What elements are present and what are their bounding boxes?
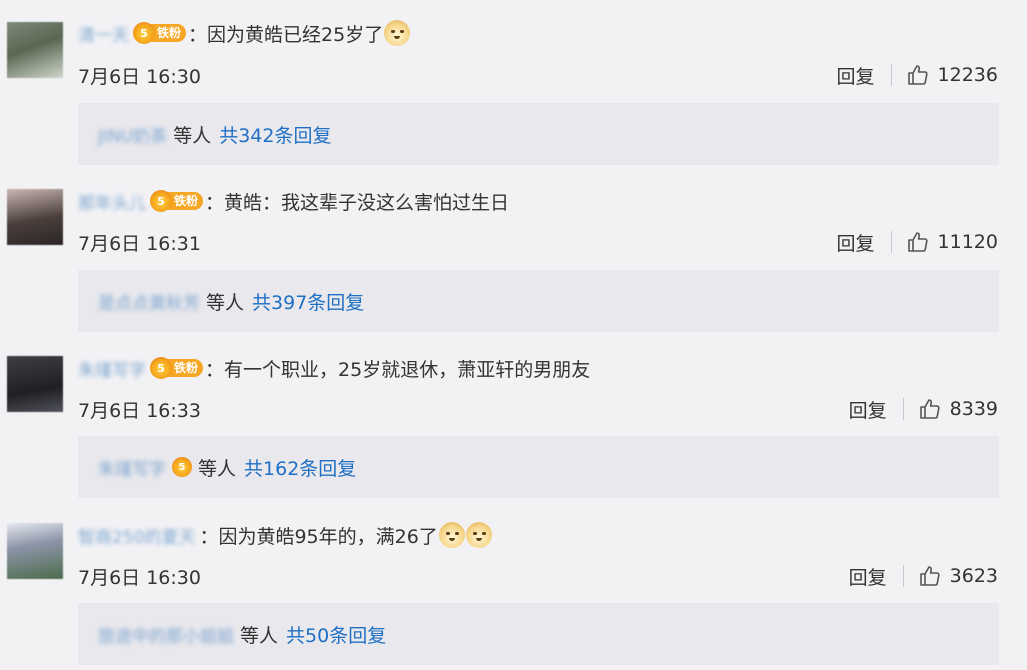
reply-username[interactable]: 旅途中的那小姐姐 xyxy=(98,622,234,647)
reply-deng: 等人 xyxy=(173,124,212,147)
reply-total-link[interactable]: 共397条回复 xyxy=(252,288,364,315)
reply-button[interactable]: 回复 xyxy=(849,396,887,423)
comment-time: 7月6日 16:33 xyxy=(78,400,201,422)
comment-actions: 回复 8339 xyxy=(849,396,998,422)
reply-button[interactable]: 回复 xyxy=(837,62,875,89)
reply-deng: 等人 xyxy=(240,624,279,647)
doge-icon xyxy=(438,522,465,548)
comment-text: ：因为黄皓已经25岁了 xyxy=(188,23,384,46)
like-count: 3623 xyxy=(949,565,998,587)
crown-icon: 5 xyxy=(133,22,155,44)
comment-time: 7月6日 16:30 xyxy=(78,66,201,88)
comment-header: 智商250的夏天 ：因为黄皓95年的，满26了 xyxy=(78,522,492,548)
comment-time: 7月6日 16:31 xyxy=(78,233,201,255)
fan-badge[interactable]: 5 铁粉 xyxy=(150,357,204,379)
avatar[interactable] xyxy=(7,523,63,579)
comment-text: ：因为黄皓95年的，满26了 xyxy=(199,525,438,548)
comment-actions: 回复 3623 xyxy=(849,563,998,589)
avatar[interactable] xyxy=(7,189,63,245)
divider xyxy=(890,64,892,86)
thumbs-up-icon[interactable] xyxy=(906,63,930,87)
username[interactable]: 智商250的夏天 xyxy=(78,523,195,548)
thumbs-up-icon[interactable] xyxy=(918,397,942,421)
reply-summary[interactable]: 旅途中的那小姐姐 等人 共50条回复 xyxy=(78,603,999,665)
reply-total-link[interactable]: 共50条回复 xyxy=(286,621,386,648)
comment-actions: 回复 11120 xyxy=(837,229,998,255)
comment-header: 那年头儿 5 铁粉 ：黄皓：我这辈子没这么害怕过生日 xyxy=(78,188,509,214)
doge-icon xyxy=(384,20,411,46)
fan-badge[interactable]: 5 铁粉 xyxy=(150,190,204,212)
like-count: 11120 xyxy=(937,231,998,253)
reply-button[interactable]: 回复 xyxy=(849,563,887,590)
username[interactable]: 朱瑾写字 xyxy=(78,356,146,381)
username[interactable]: 那年头儿 xyxy=(78,189,146,214)
reply-username[interactable]: JINU奶茶 xyxy=(98,122,167,147)
doge-icon xyxy=(465,522,492,548)
comment-actions: 回复 12236 xyxy=(837,62,998,88)
comment-header: 清一天 5 铁粉 ：因为黄皓已经25岁了 xyxy=(78,20,411,46)
reply-total-link[interactable]: 共342条回复 xyxy=(219,121,331,148)
thumbs-up-icon[interactable] xyxy=(906,230,930,254)
divider xyxy=(902,565,904,587)
thumbs-up-icon[interactable] xyxy=(918,564,942,588)
crown-icon: 5 xyxy=(172,457,192,477)
comment-text: ：黄皓：我这辈子没这么害怕过生日 xyxy=(205,191,510,214)
reply-summary[interactable]: 是点点黄秋芳 等人 共397条回复 xyxy=(78,270,999,332)
crown-icon: 5 xyxy=(150,190,172,212)
like-count: 12236 xyxy=(937,64,998,86)
reply-summary[interactable]: JINU奶茶 等人 共342条回复 xyxy=(78,103,999,165)
username[interactable]: 清一天 xyxy=(78,21,129,46)
reply-username[interactable]: 是点点黄秋芳 xyxy=(98,289,200,314)
comment-header: 朱瑾写字 5 铁粉 ：有一个职业，25岁就退休，萧亚轩的男朋友 xyxy=(78,355,590,381)
reply-summary[interactable]: 朱瑾写字 5 等人 共162条回复 xyxy=(78,436,999,498)
crown-icon: 5 xyxy=(150,357,172,379)
like-count: 8339 xyxy=(949,398,998,420)
reply-total-link[interactable]: 共162条回复 xyxy=(244,454,356,481)
reply-deng: 等人 xyxy=(198,457,237,480)
reply-deng: 等人 xyxy=(206,291,245,314)
divider xyxy=(902,398,904,420)
fan-badge[interactable]: 5 铁粉 xyxy=(133,22,187,44)
comment-text: ：有一个职业，25岁就退休，萧亚轩的男朋友 xyxy=(205,358,591,381)
reply-button[interactable]: 回复 xyxy=(837,229,875,256)
comment-time: 7月6日 16:30 xyxy=(78,567,201,589)
divider xyxy=(890,231,892,253)
reply-username[interactable]: 朱瑾写字 xyxy=(98,455,166,480)
avatar[interactable] xyxy=(7,356,63,412)
avatar[interactable] xyxy=(7,22,63,78)
